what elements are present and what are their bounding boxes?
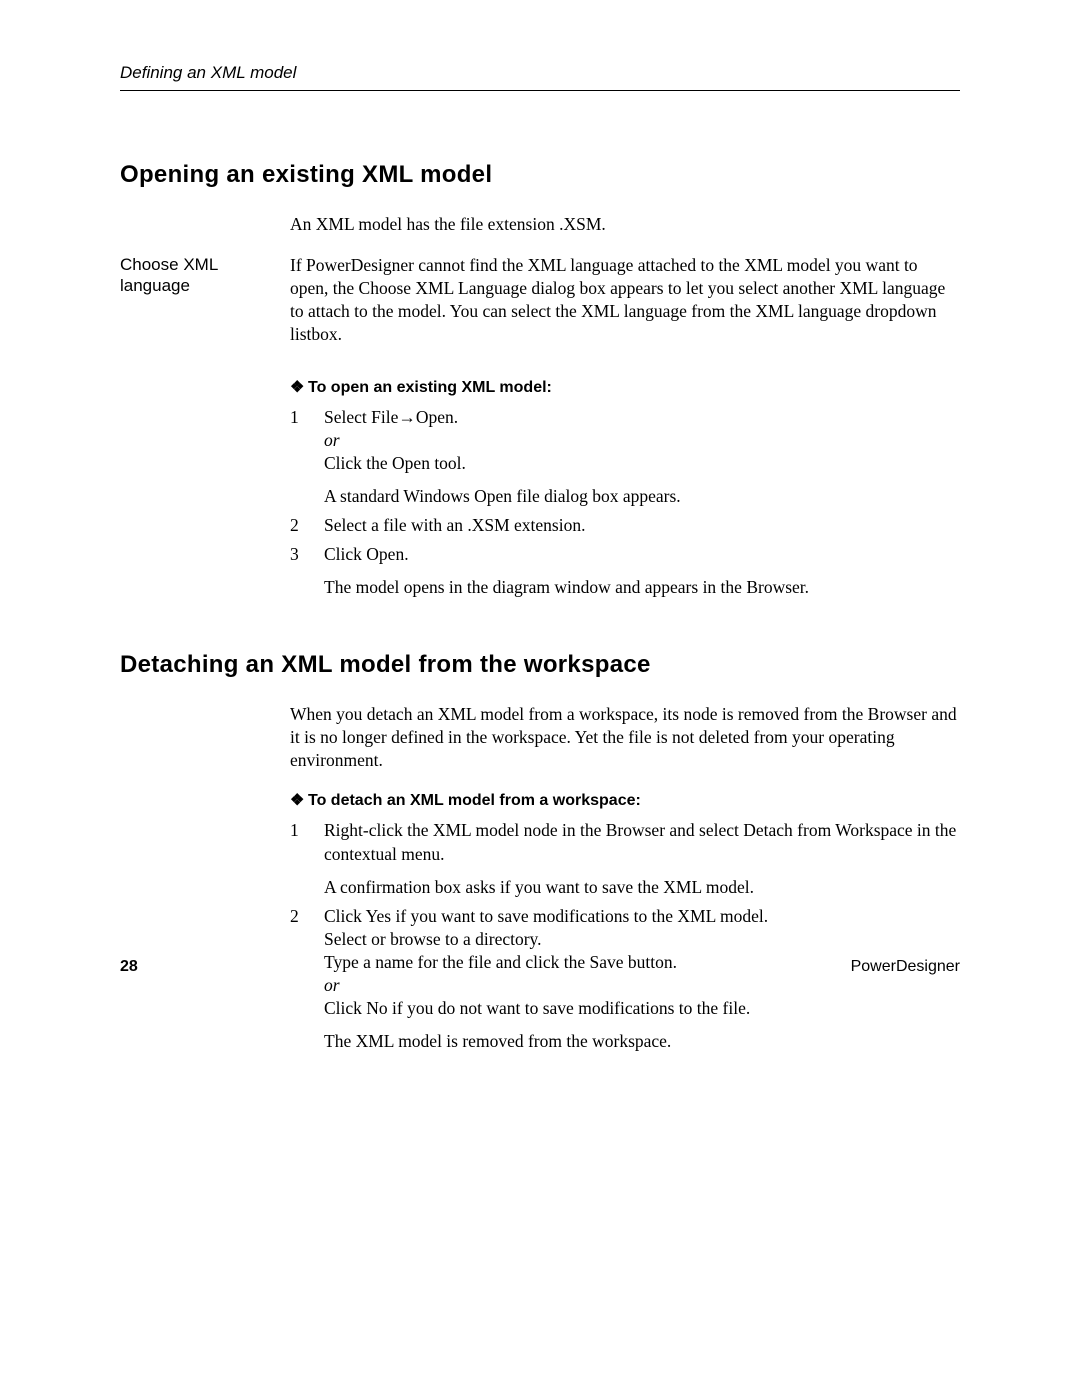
- step-text: Select File→Open.: [324, 406, 960, 429]
- step-result: The XML model is removed from the worksp…: [324, 1030, 960, 1053]
- body-paragraph: If PowerDesigner cannot find the XML lan…: [290, 254, 960, 346]
- step-result: A confirmation box asks if you want to s…: [324, 876, 960, 899]
- step-text: Right-click the XML model node in the Br…: [324, 819, 960, 865]
- step-number: 1: [290, 819, 324, 898]
- procedure-heading-text: To open an existing XML model:: [308, 379, 552, 396]
- section-opening: Opening an existing XML model An XML mod…: [120, 159, 960, 599]
- step-number: 1: [290, 406, 324, 508]
- intro-paragraph: An XML model has the file extension .XSM…: [290, 213, 960, 236]
- step-text: Click Yes if you want to save modificati…: [324, 905, 960, 928]
- step-number: 2: [290, 514, 324, 537]
- step: 1 Select File→Open. or Click the Open to…: [290, 406, 960, 508]
- step-number: 3: [290, 543, 324, 599]
- page-footer: 28 PowerDesigner: [120, 956, 960, 977]
- step-text: Select a file with an .XSM extension.: [324, 514, 960, 537]
- step-text: Click the Open tool.: [324, 452, 960, 475]
- section-detaching: Detaching an XML model from the workspac…: [120, 649, 960, 1053]
- step-number: 2: [290, 905, 324, 1054]
- section-title: Detaching an XML model from the workspac…: [120, 649, 960, 681]
- diamond-icon: ❖: [290, 790, 308, 811]
- procedure-heading-text: To detach an XML model from a workspace:: [308, 792, 641, 809]
- section-title: Opening an existing XML model: [120, 159, 960, 191]
- step-text: Click Open.: [324, 543, 960, 566]
- step-or: or: [324, 974, 960, 997]
- procedure-steps: 1 Right-click the XML model node in the …: [290, 819, 960, 1053]
- step: 1 Right-click the XML model node in the …: [290, 819, 960, 898]
- step: 2 Click Yes if you want to save modifica…: [290, 905, 960, 1054]
- page-number: 28: [120, 956, 138, 977]
- diamond-icon: ❖: [290, 377, 308, 398]
- footer-product: PowerDesigner: [851, 956, 960, 977]
- document-page: Defining an XML model Opening an existin…: [0, 0, 1080, 1397]
- step-or: or: [324, 429, 960, 452]
- intro-paragraph: When you detach an XML model from a work…: [290, 703, 960, 772]
- step-text: Click No if you do not want to save modi…: [324, 997, 960, 1020]
- procedure-heading: ❖To detach an XML model from a workspace…: [290, 790, 960, 811]
- procedure-steps: 1 Select File→Open. or Click the Open to…: [290, 406, 960, 600]
- step-result: The model opens in the diagram window an…: [324, 576, 960, 599]
- step-result: A standard Windows Open file dialog box …: [324, 485, 960, 508]
- step-text: Select or browse to a directory.: [324, 928, 960, 951]
- running-head: Defining an XML model: [120, 62, 960, 91]
- step: 3 Click Open. The model opens in the dia…: [290, 543, 960, 599]
- procedure-heading: ❖To open an existing XML model:: [290, 377, 960, 398]
- margin-note-choose-xml: Choose XML language: [120, 254, 290, 358]
- step: 2 Select a file with an .XSM extension.: [290, 514, 960, 537]
